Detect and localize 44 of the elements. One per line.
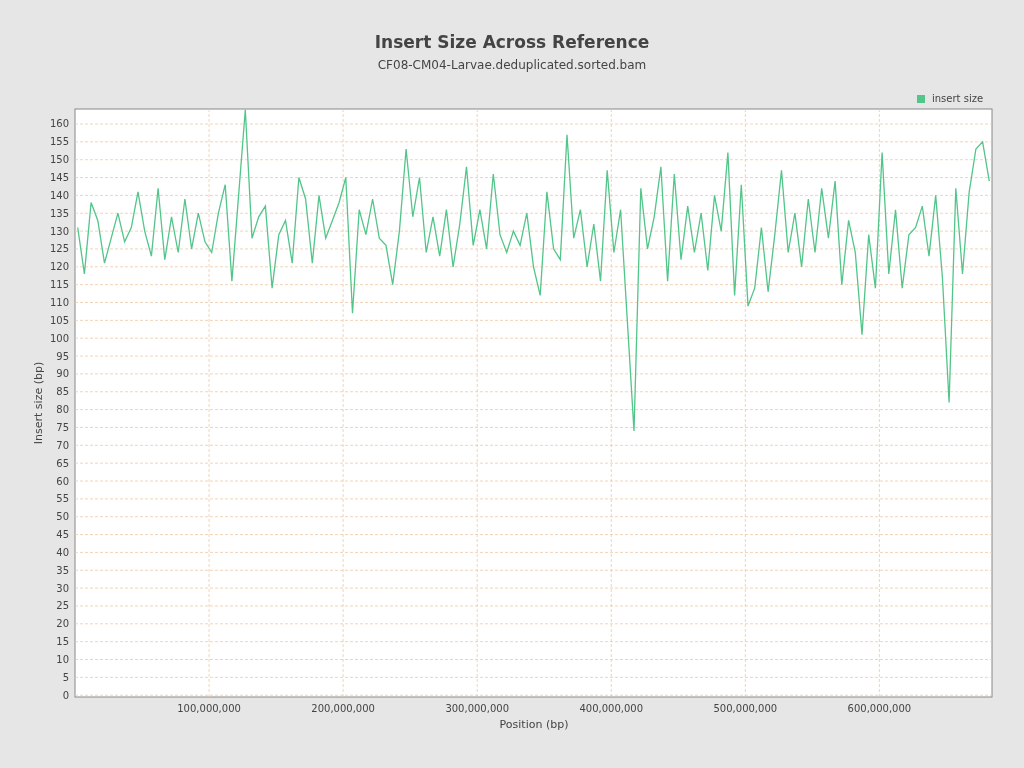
chart-subtitle: CF08-CM04-Larvae.deduplicated.sorted.bam: [377, 58, 647, 72]
y-tick-label: 60: [56, 475, 69, 487]
y-tick-label: 10: [56, 654, 69, 665]
y-tick-label: 120: [49, 261, 69, 273]
y-tick-label: 20: [56, 618, 69, 630]
y-tick-label: 115: [49, 279, 69, 291]
y-tick-label: 55: [56, 493, 69, 505]
y-tick-label: 45: [56, 529, 69, 541]
y-tick-label: 125: [49, 243, 69, 255]
y-tick-label: 40: [56, 546, 69, 558]
x-tick-label: 100,000,000: [177, 703, 241, 714]
y-tick-label: 100: [49, 332, 69, 344]
y-tick-label: 90: [56, 368, 69, 380]
y-tick-label: 80: [56, 404, 69, 416]
y-tick-label: 85: [56, 386, 69, 398]
legend-label: insert size: [932, 93, 984, 104]
y-tick-label: 155: [49, 136, 69, 148]
y-tick-label: 15: [56, 636, 69, 648]
y-tick-label: 160: [49, 118, 69, 130]
y-tick-label: 105: [49, 314, 69, 326]
y-tick-label: 150: [49, 154, 69, 166]
y-tick-label: 140: [49, 189, 69, 201]
y-axis-label: Insert size (bp): [32, 361, 45, 445]
y-tick-label: 135: [49, 207, 69, 219]
y-tick-label: 145: [49, 172, 69, 184]
y-tick-label: 35: [56, 564, 69, 576]
x-tick-label: 600,000,000: [847, 703, 912, 714]
x-tick-label: 500,000,000: [713, 703, 778, 714]
y-tick-label: 130: [49, 225, 69, 237]
y-tick-label: 30: [56, 582, 69, 594]
y-tick-label: 5: [62, 671, 69, 683]
x-tick-label: 400,000,000: [579, 703, 644, 714]
y-tick-label: 25: [56, 600, 69, 612]
y-tick-label: 70: [56, 439, 69, 451]
y-tick-label: 0: [62, 689, 69, 701]
chart-title: Insert Size Across Reference: [374, 32, 650, 52]
x-tick-label: 200,000,000: [311, 703, 375, 714]
y-tick-label: 50: [56, 511, 69, 523]
x-tick-label: 300,000,000: [445, 703, 509, 714]
y-tick-label: 110: [49, 297, 69, 308]
y-tick-label: 95: [56, 350, 69, 362]
y-tick-label: 65: [56, 457, 69, 469]
y-tick-label: 75: [56, 421, 69, 433]
x-axis-label: Position (bp): [499, 718, 569, 731]
